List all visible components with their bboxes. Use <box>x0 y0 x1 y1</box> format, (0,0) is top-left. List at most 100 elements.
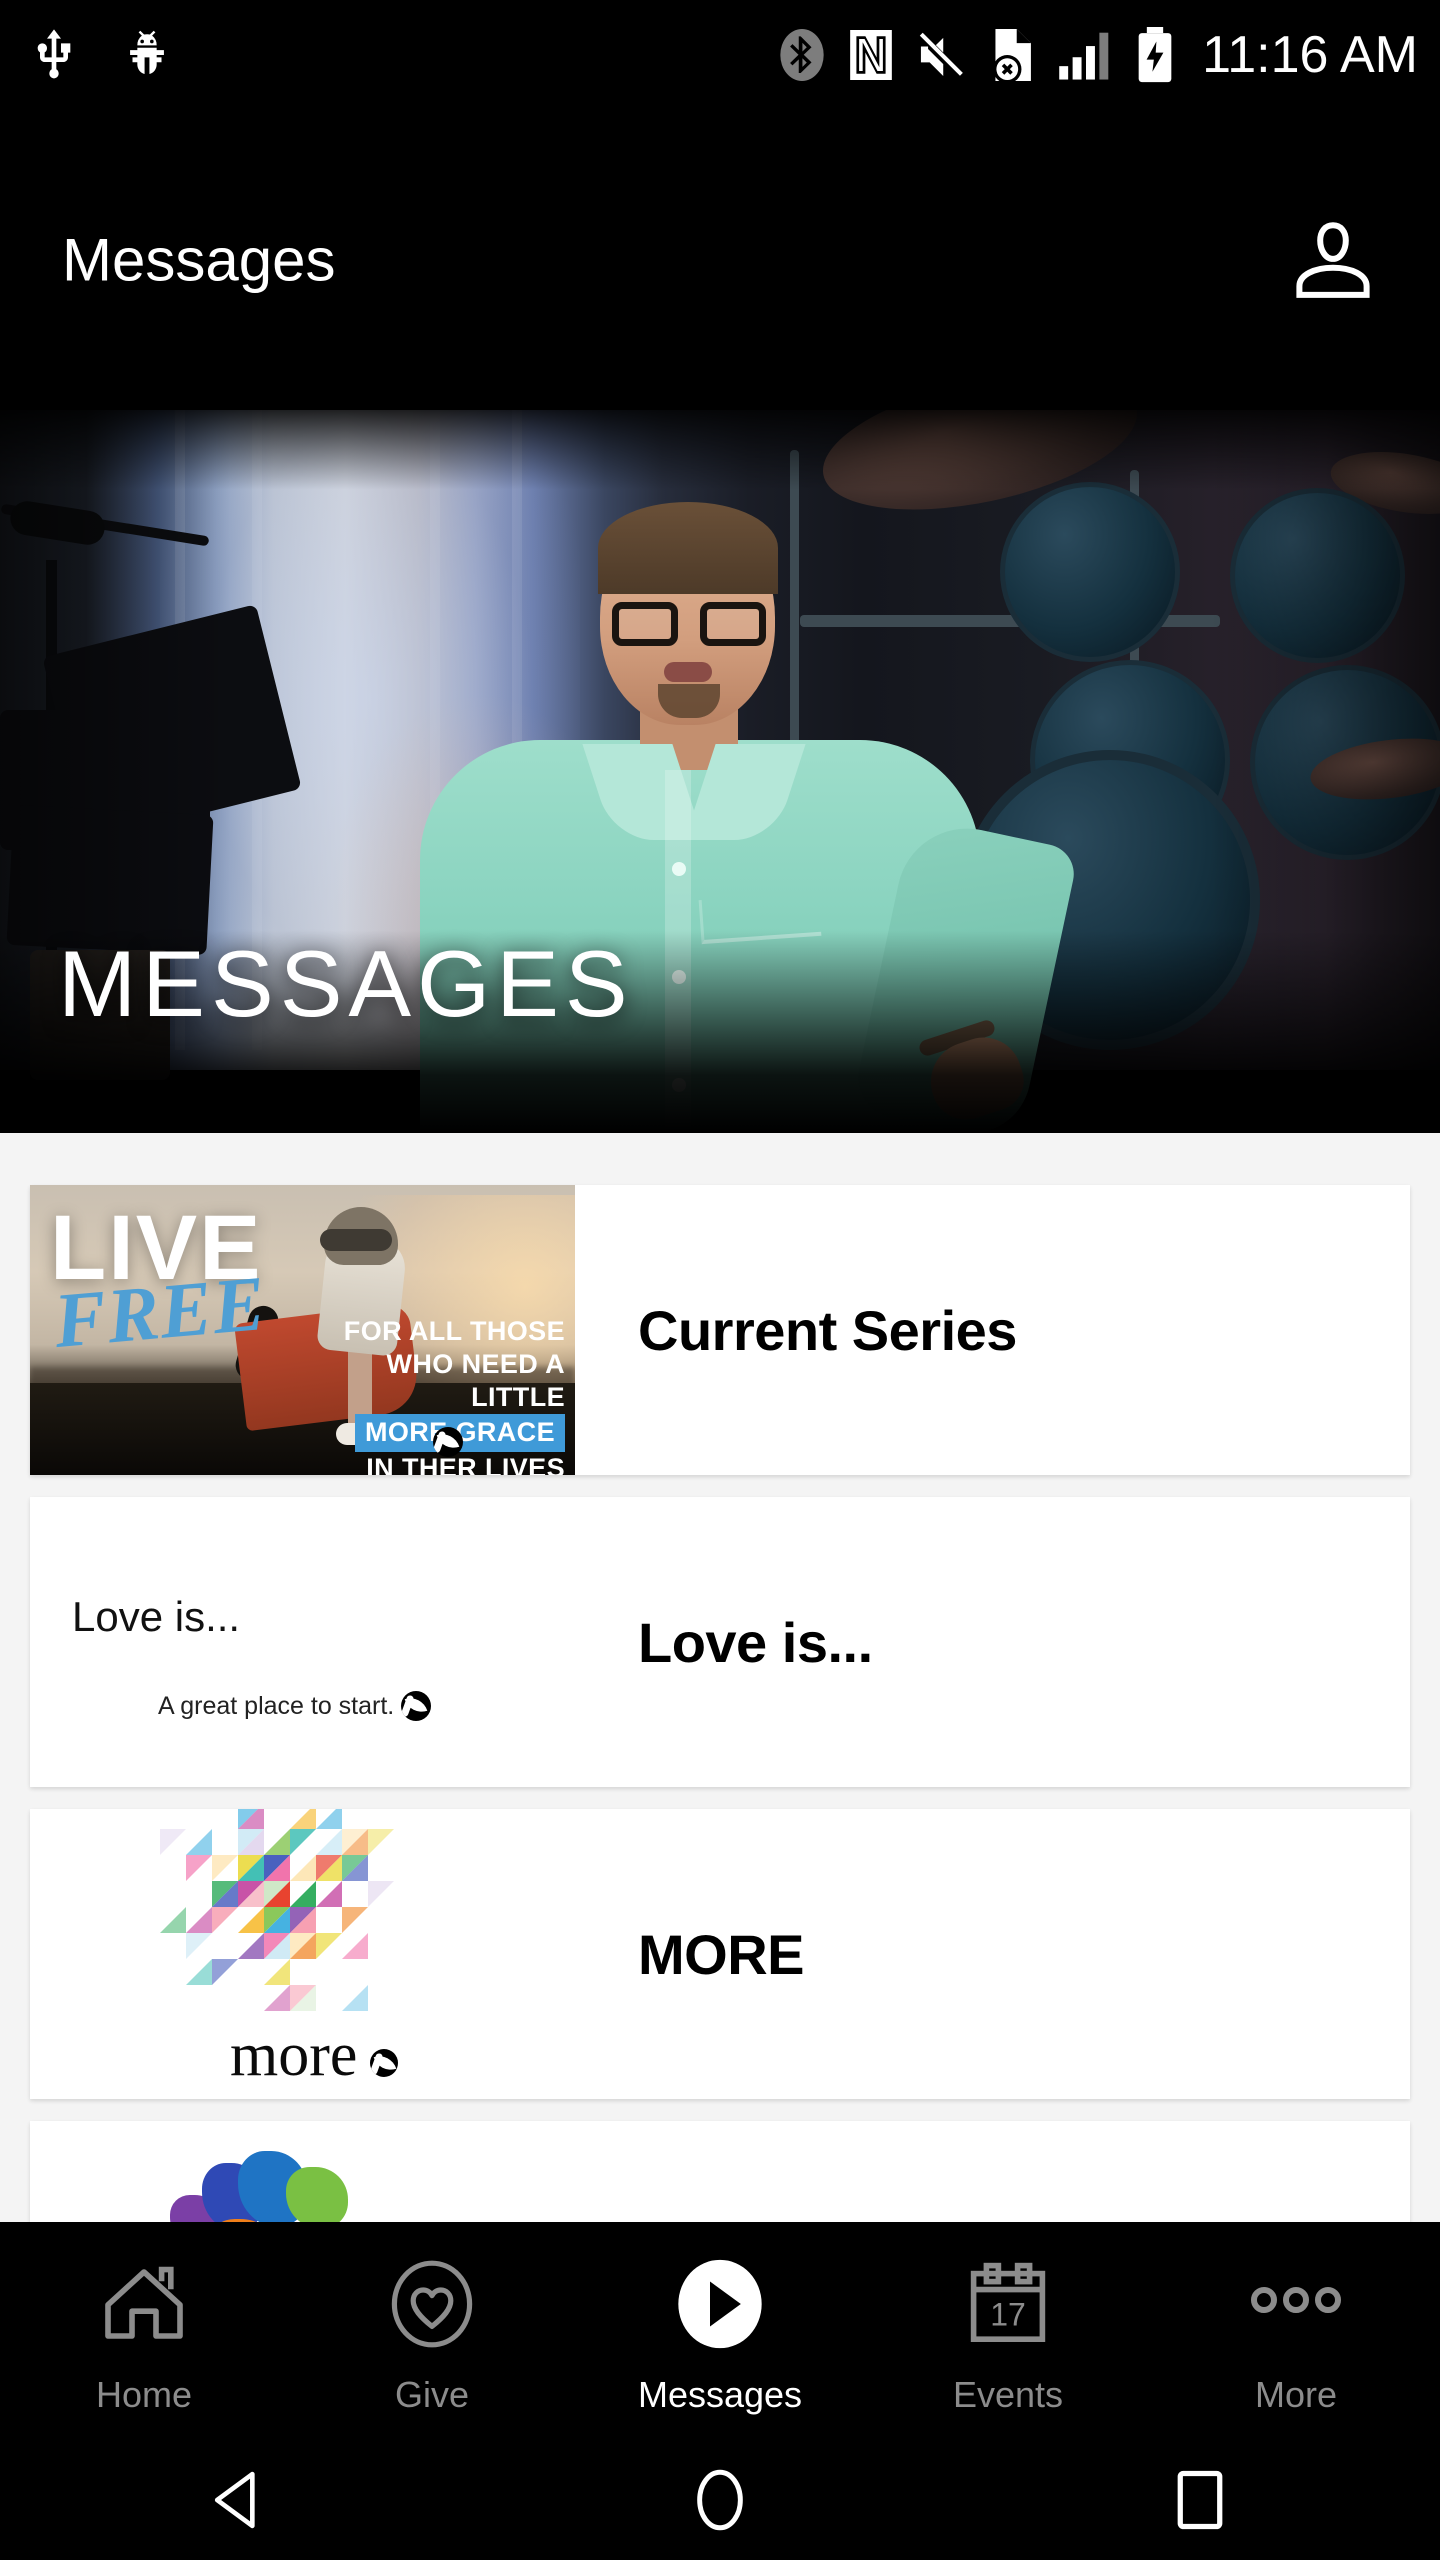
heart-circle-icon <box>382 2256 482 2352</box>
thumb-script-word: FREE <box>51 1268 268 1356</box>
mosaic-triangle <box>238 1907 264 1933</box>
thumb-wordmark: more <box>230 2020 357 2091</box>
mosaic-triangle <box>186 1907 212 1933</box>
mosaic-triangle <box>316 1933 342 1959</box>
mosaic-triangle <box>264 1933 290 1959</box>
ellipsis-icon <box>1244 2256 1348 2352</box>
app-screen: 11:16 AM Messages MESSAGES LIVE FREE FOR… <box>0 0 1440 2560</box>
mosaic-triangle <box>316 1881 342 1907</box>
recents-square-icon <box>1163 2463 1237 2537</box>
thumb-copy-line2: WHO NEED A LITTLE <box>295 1348 565 1414</box>
tab-home-icon-wrap <box>94 2248 194 2360</box>
tab-events-icon-wrap: 17 <box>958 2248 1058 2360</box>
calendar-icon: 17 <box>958 2256 1058 2352</box>
tab-messages-icon-wrap <box>670 2248 770 2360</box>
series-list[interactable]: LIVE FREE FOR ALL THOSE WHO NEED A LITTL… <box>0 1133 1440 2222</box>
volume-muted-icon <box>914 26 968 84</box>
back-triangle-icon <box>203 2463 277 2537</box>
tab-give-label: Give <box>395 2374 469 2416</box>
mosaic-triangle <box>238 1933 264 1959</box>
mosaic-triangle <box>342 1933 368 1959</box>
status-bar-right-icons: 11:16 AM <box>776 24 1418 86</box>
mosaic-triangle <box>160 1829 186 1855</box>
mosaic-triangle <box>290 1829 316 1855</box>
battery-charging-icon <box>1134 24 1176 86</box>
mosaic-triangle <box>186 1829 212 1855</box>
mosaic-triangle <box>290 1855 316 1881</box>
mosaic-triangle <box>186 1959 212 1985</box>
tab-events[interactable]: 17 Events <box>864 2222 1152 2416</box>
mosaic-triangle <box>212 1855 238 1881</box>
series-thumbnail-partial <box>30 2121 575 2222</box>
list-item-title: Love is... <box>575 1497 1410 1787</box>
mosaic-triangle <box>342 1907 368 1933</box>
hero-caption: MESSAGES <box>58 930 634 1038</box>
mosaic-triangle <box>238 1829 264 1855</box>
tab-give[interactable]: Give <box>288 2222 576 2416</box>
mosaic-triangle <box>264 1985 290 2011</box>
home-icon <box>94 2256 194 2352</box>
featured-video-thumbnail[interactable]: MESSAGES <box>0 410 1440 1133</box>
leaf-logo-icon <box>433 1427 463 1457</box>
thumb-logo <box>433 1427 463 1457</box>
mosaic-triangle <box>368 1881 394 1907</box>
thumb-copy-line4: IN THER LIVES <box>295 1452 565 1475</box>
android-home-button[interactable] <box>660 2440 780 2560</box>
blob-artwork <box>160 2143 350 2222</box>
series-thumbnail-live-free: LIVE FREE FOR ALL THOSE WHO NEED A LITTL… <box>30 1185 575 1475</box>
mosaic-triangle <box>186 1933 212 1959</box>
mosaic-triangle <box>264 1855 290 1881</box>
nfc-icon <box>846 26 896 84</box>
mosaic-triangle <box>290 1881 316 1907</box>
mosaic-triangle <box>212 1907 238 1933</box>
android-recents-button[interactable] <box>1140 2440 1260 2560</box>
bottom-tab-bar: Home Give Messages 17 Events More <box>0 2222 1440 2440</box>
mosaic-triangle <box>368 1829 394 1855</box>
profile-button[interactable] <box>1280 208 1385 313</box>
status-bar-clock: 11:16 AM <box>1202 29 1418 81</box>
mosaic-triangle <box>316 1855 342 1881</box>
tab-messages-label: Messages <box>638 2374 802 2416</box>
list-item[interactable]: more MORE <box>30 1809 1410 2099</box>
series-thumbnail-love-is: Love is... A great place to start. <box>30 1497 575 1787</box>
mosaic-triangle <box>316 1809 342 1829</box>
leaf-logo-icon <box>401 1691 431 1721</box>
status-bar-left-icons <box>0 26 176 84</box>
android-debug-bug-icon <box>118 26 176 84</box>
mosaic-triangle <box>264 1881 290 1907</box>
mosaic-triangle <box>342 1985 368 2011</box>
thumb-copy-line1: FOR ALL THOSE <box>295 1315 565 1348</box>
app-header: Messages <box>0 110 1440 410</box>
tab-more-icon-wrap <box>1244 2248 1348 2360</box>
list-item[interactable]: LIVE FREE FOR ALL THOSE WHO NEED A LITTL… <box>30 1185 1410 1475</box>
mosaic-triangle <box>342 1829 368 1855</box>
calendar-day-number: 17 <box>990 2297 1026 2333</box>
mosaic-triangle <box>342 1855 368 1881</box>
thumb-subhead: A great place to start. <box>158 1691 431 1721</box>
tab-give-icon-wrap <box>382 2248 482 2360</box>
android-back-button[interactable] <box>180 2440 300 2560</box>
mosaic-triangle <box>264 1959 290 1985</box>
list-item[interactable]: Love is... A great place to start. Love … <box>30 1497 1410 1787</box>
thumb-headline: Love is... <box>72 1593 240 1641</box>
home-circle-icon <box>683 2463 757 2537</box>
sim-card-error-icon <box>986 24 1038 86</box>
list-item[interactable] <box>30 2121 1410 2222</box>
mosaic-triangle <box>212 1881 238 1907</box>
bluetooth-icon <box>776 25 828 85</box>
thumb-logo <box>370 2049 398 2077</box>
tab-more[interactable]: More <box>1152 2222 1440 2416</box>
list-item-title: MORE <box>575 1809 1410 2099</box>
android-navigation-bar <box>0 2440 1440 2560</box>
tab-home-label: Home <box>96 2374 192 2416</box>
tab-messages[interactable]: Messages <box>576 2222 864 2416</box>
mosaic-triangle <box>160 1907 186 1933</box>
page-title: Messages <box>62 226 335 295</box>
mosaic-triangle <box>264 1907 290 1933</box>
person-icon <box>1285 212 1381 308</box>
tab-more-label: More <box>1255 2374 1337 2416</box>
tab-events-label: Events <box>953 2374 1063 2416</box>
list-item-title <box>575 2121 1410 2222</box>
tab-home[interactable]: Home <box>0 2222 288 2416</box>
mosaic-triangle <box>290 1907 316 1933</box>
